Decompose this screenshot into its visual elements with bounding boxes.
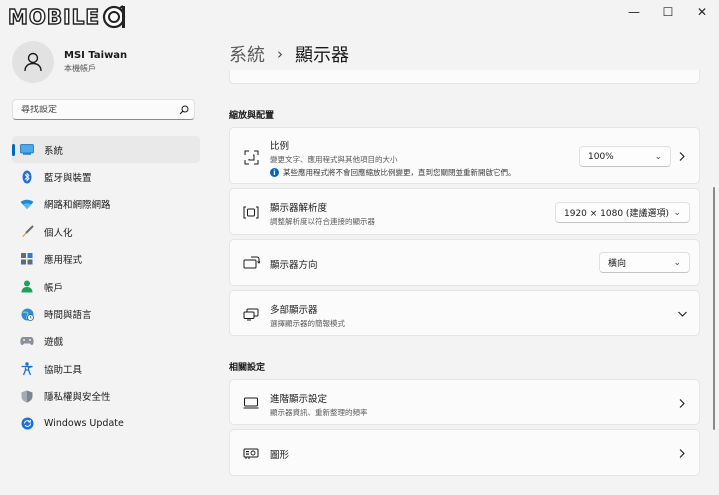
graphics-card[interactable]: 圖形 xyxy=(229,429,700,476)
sidebar-item-system[interactable]: 系統 xyxy=(12,136,200,164)
search-input[interactable] xyxy=(21,104,171,115)
account-icon xyxy=(19,279,35,295)
sidebar-nav: 系統 藍牙與裝置 網路和網際網路 個人化 應用程式 帳戶 時間與語言 遊戲 協助… xyxy=(12,136,200,437)
multiple-displays-subtitle: 選擇顯示器的簡報模式 xyxy=(270,319,345,328)
sidebar-item-label: 個人化 xyxy=(44,227,73,239)
chevron-down-icon: ⌄ xyxy=(673,207,681,218)
page-title: 顯示器 xyxy=(295,45,349,66)
bluetooth-icon xyxy=(19,169,35,185)
scale-icon xyxy=(242,148,260,166)
orientation-dropdown[interactable]: 橫向 ⌄ xyxy=(599,252,690,273)
scale-setting-card[interactable]: 比例 變更文字、應用程式與其他項目的大小 i 某些應用程式將不會回應縮放比例變更… xyxy=(229,127,700,184)
scale-note-text: 某些應用程式將不會回應縮放比例變更，直到您關閉並重新開啟它們。 xyxy=(283,168,516,177)
multiple-displays-icon xyxy=(242,305,260,323)
gamepad-icon xyxy=(19,333,35,349)
sidebar-item-windows-update[interactable]: Windows Update xyxy=(12,410,200,437)
orientation-icon xyxy=(242,254,260,272)
scale-subtitle: 變更文字、應用程式與其他項目的大小 xyxy=(270,155,398,164)
chevron-down-icon: ⌄ xyxy=(654,151,662,162)
sidebar-item-label: 協助工具 xyxy=(44,364,83,376)
accessibility-icon xyxy=(19,361,35,377)
minimize-button[interactable]: — xyxy=(617,0,651,24)
info-icon: i xyxy=(270,168,279,177)
brush-icon xyxy=(19,224,35,240)
sidebar-item-label: 遊戲 xyxy=(44,337,64,349)
sidebar-item-apps[interactable]: 應用程式 xyxy=(12,246,200,273)
settings-search-box[interactable] xyxy=(12,99,195,120)
scale-info-note: i 某些應用程式將不會回應縮放比例變更，直到您關閉並重新開啟它們。 xyxy=(270,167,516,178)
sidebar-item-label: 帳戶 xyxy=(44,282,64,294)
multiple-displays-title: 多部顯示器 xyxy=(270,305,318,316)
sidebar-item-accessibility[interactable]: 協助工具 xyxy=(12,355,200,382)
search-icon[interactable] xyxy=(174,105,194,115)
apps-icon xyxy=(19,251,35,267)
resolution-title: 顯示器解析度 xyxy=(270,203,328,214)
previous-settings-card xyxy=(229,70,700,84)
orientation-dropdown-value: 橫向 xyxy=(608,259,627,269)
globe-clock-icon xyxy=(19,306,35,322)
advanced-display-title: 進階顯示設定 xyxy=(270,394,328,405)
sidebar-item-label: 隱私權與安全性 xyxy=(44,392,111,404)
resolution-setting-card[interactable]: 顯示器解析度 調整解析度以符合連接的顯示器 1920 × 1080 (建議選項)… xyxy=(229,188,700,235)
chevron-right-icon[interactable] xyxy=(677,446,687,460)
watermark-logo-icon xyxy=(102,5,126,29)
sidebar-item-label: 系統 xyxy=(44,145,64,157)
chevron-right-icon[interactable] xyxy=(677,149,687,163)
resolution-subtitle: 調整解析度以符合連接的顯示器 xyxy=(270,217,375,226)
mobile01-watermark: MOBILE xyxy=(7,4,129,30)
resolution-icon xyxy=(242,203,260,221)
orientation-setting-card[interactable]: 顯示器方向 橫向 ⌄ xyxy=(229,239,700,286)
sidebar-item-label: 應用程式 xyxy=(44,255,83,267)
graphics-card-icon xyxy=(242,444,260,462)
profile-name: MSI Taiwan xyxy=(64,50,128,61)
breadcrumb: 系統 › 顯示器 xyxy=(229,41,349,67)
user-profile[interactable]: MSI Taiwan 本機帳戶 xyxy=(12,41,127,83)
sidebar-item-label: 網路和網際網路 xyxy=(44,200,111,212)
chevron-down-icon: ⌄ xyxy=(673,257,681,268)
person-icon xyxy=(24,52,42,72)
settings-window: MOBILE — ☐ ✕ MSI Taiwan 本機帳戶 尋找設定 系統 藍牙與… xyxy=(0,0,719,495)
close-button[interactable]: ✕ xyxy=(685,0,719,24)
resolution-dropdown[interactable]: 1920 × 1080 (建議選項) ⌄ xyxy=(555,202,690,223)
breadcrumb-separator: › xyxy=(277,45,283,63)
section-heading-scale-layout: 縮放與配置 xyxy=(229,111,275,121)
orientation-title: 顯示器方向 xyxy=(270,260,318,271)
shield-icon xyxy=(19,388,35,404)
chevron-right-icon[interactable] xyxy=(677,396,687,410)
scrollbar[interactable] xyxy=(713,187,715,430)
sidebar-item-label: Windows Update xyxy=(44,418,124,430)
sidebar-item-personalization[interactable]: 個人化 xyxy=(12,218,200,245)
monitor-icon xyxy=(242,394,260,412)
scale-dropdown-value: 100% xyxy=(588,151,614,162)
maximize-button[interactable]: ☐ xyxy=(651,0,685,24)
multiple-displays-card[interactable]: 多部顯示器 選擇顯示器的簡報模式 xyxy=(229,290,700,336)
section-heading-related-settings: 相關設定 xyxy=(229,363,266,373)
sidebar-item-accounts[interactable]: 帳戶 xyxy=(12,273,200,300)
resolution-dropdown-value: 1920 × 1080 (建議選項) xyxy=(564,209,669,219)
breadcrumb-parent[interactable]: 系統 xyxy=(229,41,265,67)
wifi-icon xyxy=(19,196,35,212)
sidebar-item-time-language[interactable]: 時間與語言 xyxy=(12,300,200,327)
sidebar-item-label: 時間與語言 xyxy=(44,310,92,322)
sidebar-item-network[interactable]: 網路和網際網路 xyxy=(12,191,200,218)
sidebar-item-gaming[interactable]: 遊戲 xyxy=(12,328,200,355)
scale-title: 比例 xyxy=(270,141,290,152)
advanced-display-subtitle: 顯示器資訊、重新整理的頻率 xyxy=(270,408,368,417)
profile-account-type: 本機帳戶 xyxy=(64,64,96,73)
sidebar-item-privacy[interactable]: 隱私權與安全性 xyxy=(12,383,200,410)
chevron-down-icon[interactable] xyxy=(677,307,687,321)
update-icon xyxy=(19,416,35,432)
graphics-title: 圖形 xyxy=(270,450,290,461)
system-icon xyxy=(19,142,35,158)
advanced-display-card[interactable]: 進階顯示設定 顯示器資訊、重新整理的頻率 xyxy=(229,379,700,425)
sidebar-item-label: 藍牙與裝置 xyxy=(44,173,92,185)
window-controls: — ☐ ✕ xyxy=(617,0,719,24)
avatar xyxy=(12,41,54,83)
scale-dropdown[interactable]: 100% ⌄ xyxy=(579,146,671,167)
sidebar-item-bluetooth[interactable]: 藍牙與裝置 xyxy=(12,163,200,190)
watermark-text: MOBILE xyxy=(7,5,100,29)
